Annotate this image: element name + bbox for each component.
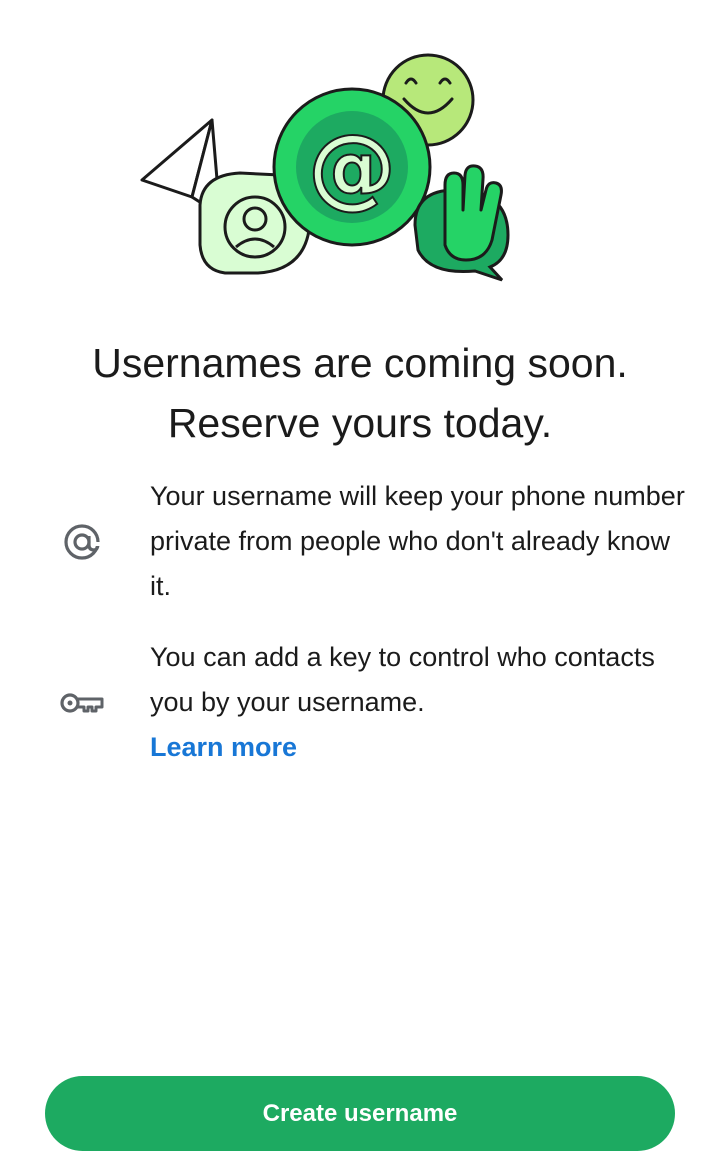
title-line-1: Usernames are coming soon. [92,340,628,386]
feature-key-text: You can add a key to control who contact… [150,642,655,717]
learn-more-link[interactable]: Learn more [150,725,690,770]
create-username-button[interactable]: Create username [45,1076,675,1151]
title-line-2: Reserve yours today. [167,400,553,446]
feature-privacy-text: Your username will keep your phone numbe… [150,481,685,601]
username-illustration: @ [140,53,510,282]
at-sign-icon: @ [272,87,432,247]
feature-key-text-block: You can add a key to control who contact… [150,635,690,770]
reserve-username-screen: @ Usernames are coming soon. Reserve you… [0,0,720,1163]
svg-text:@: @ [308,115,396,218]
page-title: Usernames are coming soon. Reserve yours… [0,333,720,453]
at-sign-icon [58,518,106,566]
key-icon [58,679,106,727]
